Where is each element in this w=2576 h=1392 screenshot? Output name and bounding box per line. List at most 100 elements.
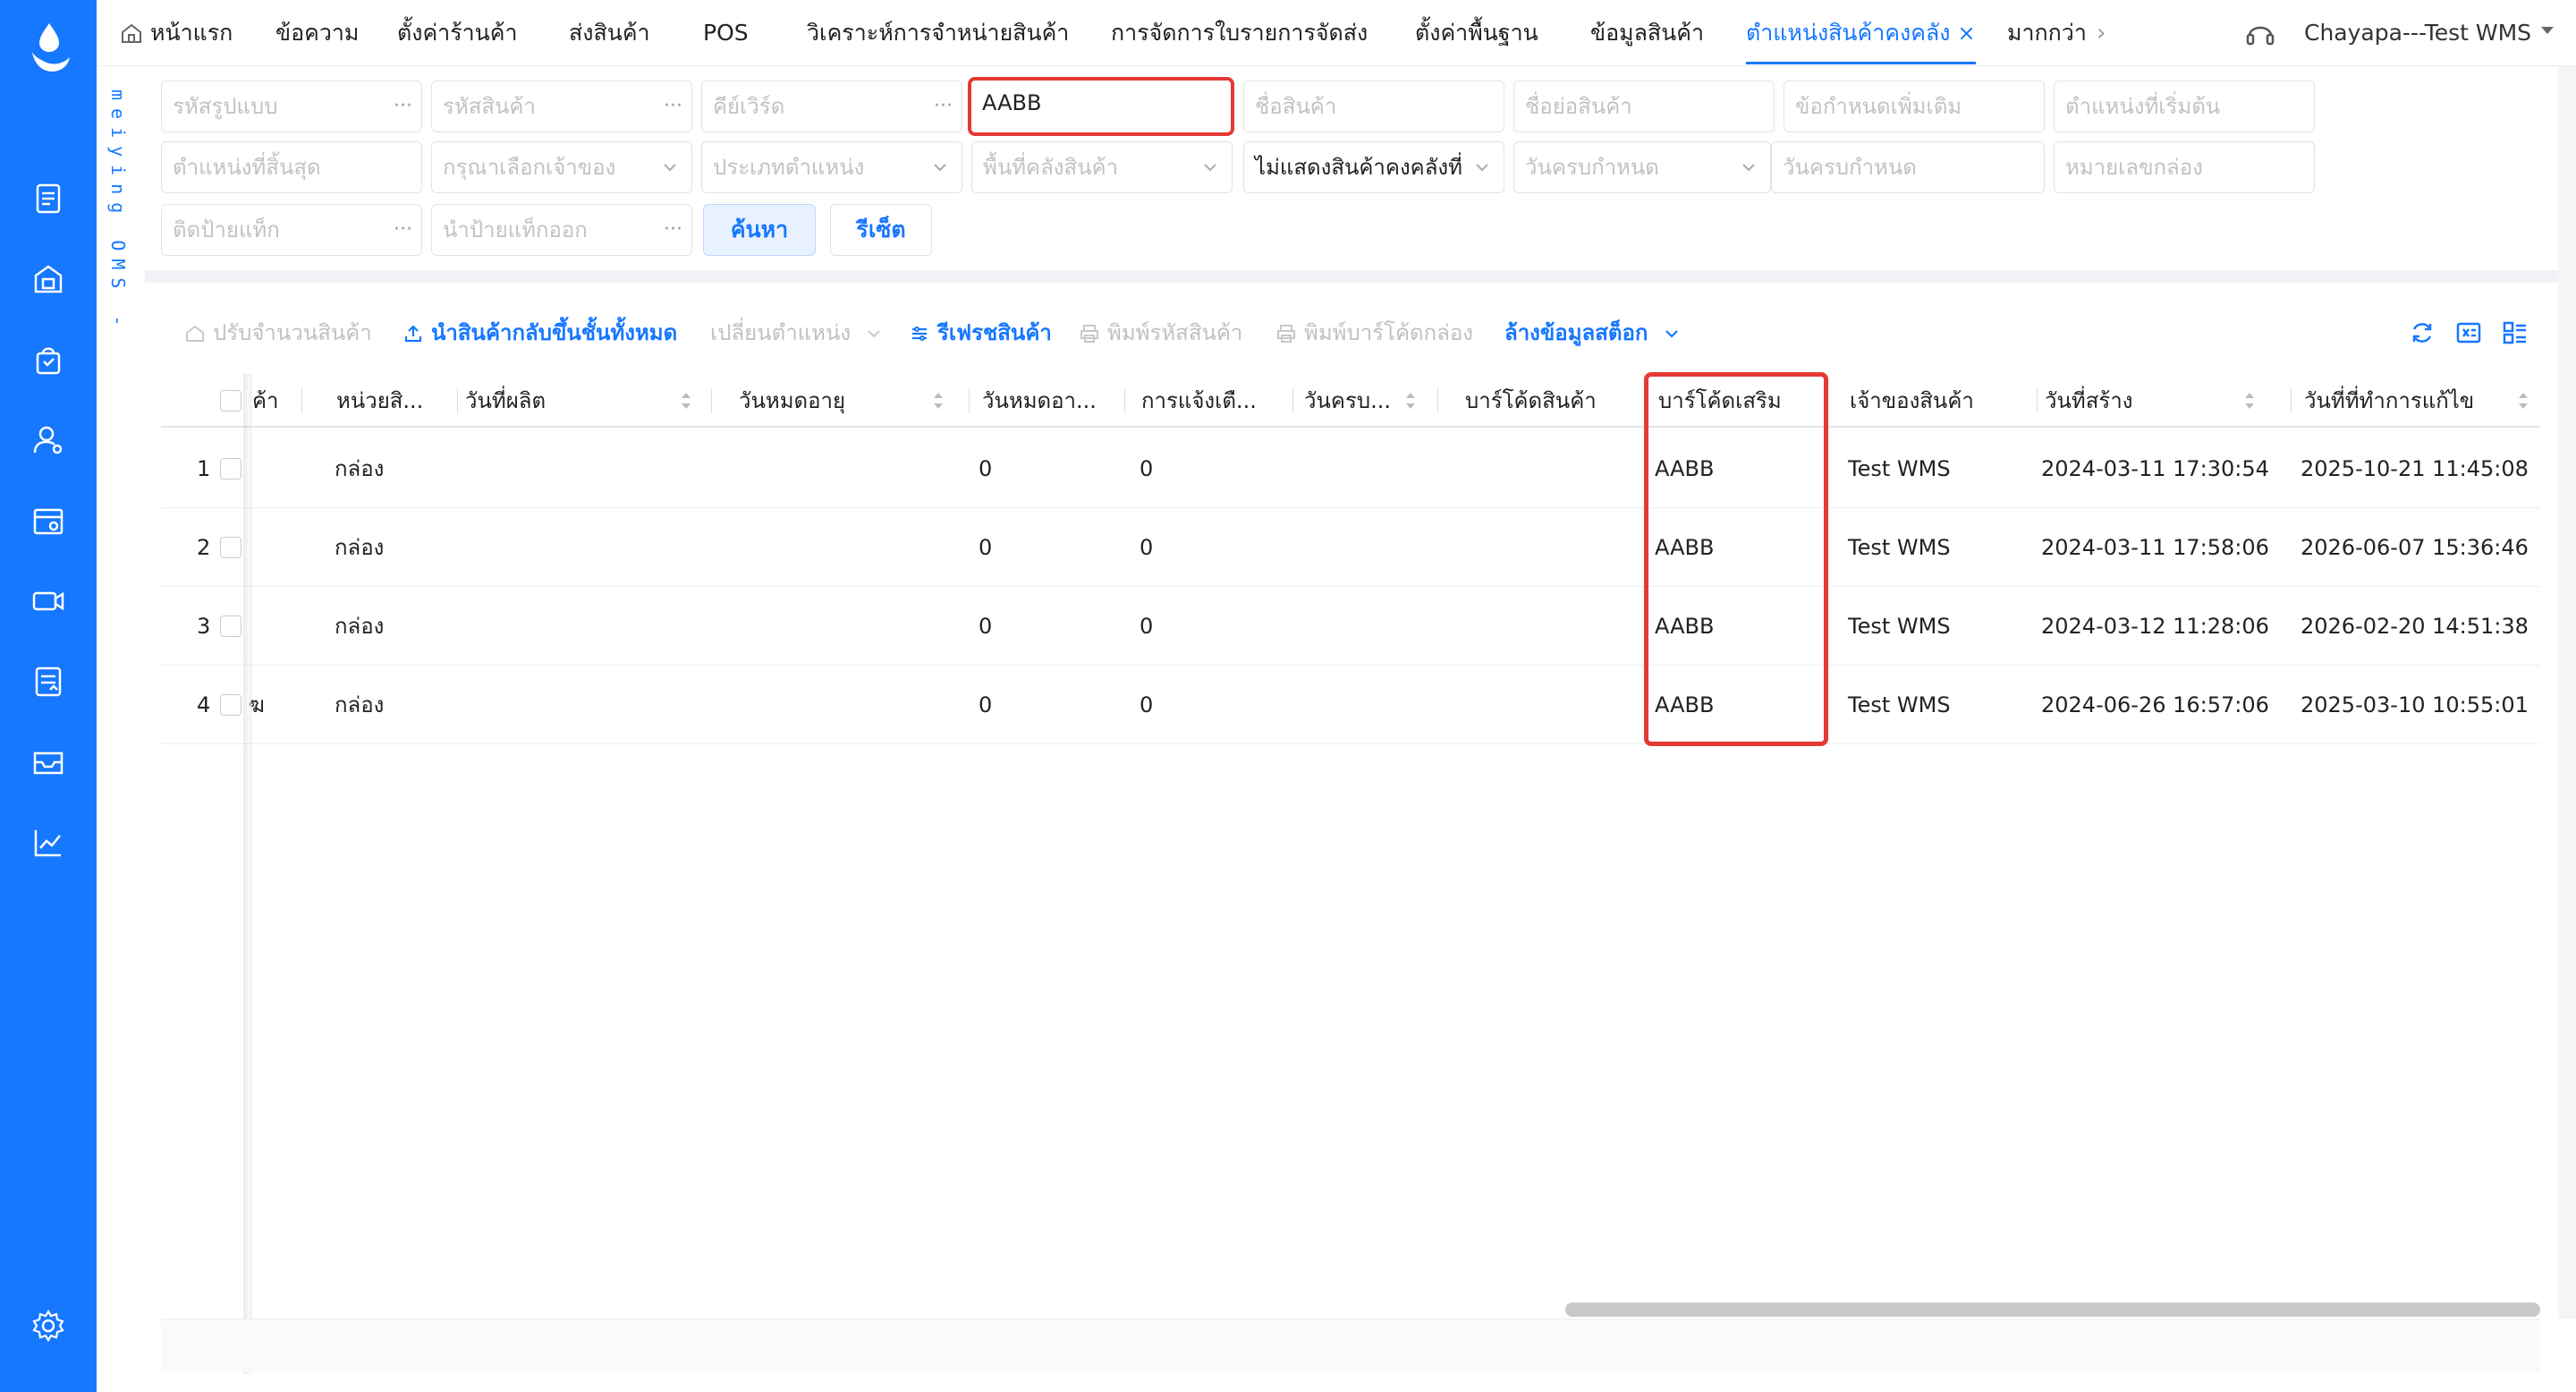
table-row[interactable]: 3 กล่อง 0 0 AABB Test WMS 2024-03-12 11:… (161, 587, 2540, 666)
tab-pos[interactable]: POS (703, 0, 749, 66)
tab-sales-analysis[interactable]: วิเคราะห์การจำหน่ายสินค้า (807, 0, 1069, 66)
restock-all-button[interactable]: นำสินค้ากลับขึ้นชั้นทั้งหมด (402, 313, 677, 352)
gear-icon[interactable] (30, 1308, 66, 1344)
col-due[interactable]: วันครบ... (1304, 374, 1438, 428)
col-expiry[interactable]: วันหมดอายุ (739, 374, 970, 428)
print-product-code-button[interactable]: พิมพ์รหัสสินค้า (1079, 313, 1242, 352)
tab-product-info[interactable]: ข้อมูลสินค้า (1590, 0, 1704, 66)
col-owner[interactable]: เจ้าของสินค้า (1850, 374, 2038, 428)
col-created[interactable]: วันที่สร้าง (2045, 374, 2292, 428)
more-icon[interactable]: ··· (934, 81, 953, 132)
bag-icon[interactable] (30, 342, 66, 378)
row-checkbox[interactable] (220, 458, 242, 480)
caret-down-icon[interactable] (2537, 20, 2558, 41)
product-short-name-field[interactable]: ชื่อย่อสินค้า (1513, 81, 1775, 132)
tab-basic-settings[interactable]: ตั้งค่าพื้นฐาน (1415, 0, 1538, 66)
end-location-field[interactable]: ตำแหน่งที่สิ้นสุด (161, 141, 422, 193)
cell-unit: กล่อง (335, 535, 385, 560)
owner-select[interactable]: กรุณาเลือกเจ้าของ (431, 141, 692, 193)
reset-button[interactable]: รีเซ็ต (830, 204, 932, 256)
tab-home[interactable]: หน้าแรก (150, 0, 233, 66)
cell-unit: กล่อง (335, 692, 385, 717)
report-icon[interactable] (30, 664, 66, 700)
change-location-button[interactable]: เปลี่ยนตำแหน่ง (710, 313, 885, 352)
cell-owner: Test WMS (1848, 692, 1951, 717)
col-modified[interactable]: วันที่ที่ทำการแก้ไข (2304, 374, 2540, 428)
due-date-start-field[interactable]: วันครบกำหนด (1513, 141, 1771, 193)
shop-settings-icon[interactable] (30, 503, 66, 539)
headset-icon[interactable] (2243, 16, 2277, 50)
user-name[interactable]: Chayapa---Test WMS (2304, 0, 2531, 66)
product-name-field[interactable]: ชื่อสินค้า (1243, 81, 1504, 132)
sort-icon[interactable] (1402, 388, 1419, 413)
more-icon[interactable]: ··· (664, 205, 682, 255)
select-all-checkbox[interactable] (220, 390, 242, 412)
chart-icon[interactable] (30, 825, 66, 861)
table-header: ค้า หน่วยสิ... วันที่ผลิต วันหมดอายุ วัน… (161, 374, 2540, 428)
column-settings-icon[interactable] (2501, 318, 2529, 351)
row-checkbox[interactable] (220, 537, 242, 558)
cell-created: 2024-06-26 16:57:06 (2041, 692, 2269, 717)
remove-tag-field[interactable]: นำป้ายแท็กออก ··· (431, 204, 692, 256)
left-rail (0, 0, 97, 1392)
sort-icon[interactable] (678, 388, 694, 413)
table-row[interactable]: 4 ฆ กล่อง 0 0 AABB Test WMS 2024-06-26 1… (161, 666, 2540, 744)
print-box-barcode-button[interactable]: พิมพ์บาร์โค้ดกล่อง (1275, 313, 1473, 352)
keyword-field[interactable]: คีย์เวิร์ด ··· (701, 81, 962, 132)
more-icon[interactable]: ··· (664, 81, 682, 132)
col-product[interactable]: ค้า (252, 374, 302, 428)
close-icon[interactable]: × (1957, 21, 1975, 46)
table-row[interactable]: 1 กล่อง 0 0 AABB Test WMS 2024-03-11 17:… (161, 429, 2540, 508)
warehouse-area-select[interactable]: พื้นที่คลังสินค้า (971, 141, 1233, 193)
user-settings-icon[interactable] (30, 422, 66, 458)
style-code-field[interactable]: รหัสรูปแบบ ··· (161, 81, 422, 132)
tab-messages[interactable]: ข้อความ (275, 0, 359, 66)
product-code-field[interactable]: รหัสสินค้า ··· (431, 81, 692, 132)
drop-logo-icon[interactable] (27, 20, 72, 73)
clear-stock-button[interactable]: ล้างข้อมูลสต็อก (1504, 313, 1682, 352)
tab-inventory-location[interactable]: ตำแหน่งสินค้าคงคลัง × (1746, 0, 1976, 66)
col-barcode[interactable]: บาร์โค้ดสินค้า (1465, 374, 1644, 428)
camera-icon[interactable] (30, 583, 66, 619)
location-type-select[interactable]: ประเภทตำแหน่ง (701, 141, 962, 193)
start-location-field[interactable]: ตำแหน่งที่เริ่มต้น (2054, 81, 2315, 132)
table-row[interactable]: 2 กล่อง 0 0 AABB Test WMS 2024-03-11 17:… (161, 508, 2540, 587)
cell-unit: กล่อง (335, 456, 385, 481)
document-icon[interactable] (30, 181, 66, 216)
col-notification[interactable]: การแจ้งเตื... (1141, 374, 1293, 428)
cell-owner: Test WMS (1848, 535, 1951, 560)
tab-more[interactable]: มากกว่า (2007, 0, 2087, 66)
col-expiry-2[interactable]: วันหมดอา... (982, 374, 1125, 428)
tab-delivery-lists[interactable]: การจัดการใบรายการจัดส่ง (1111, 0, 1368, 66)
cell-modified: 2026-02-20 14:51:38 (2301, 614, 2529, 639)
box-number-field[interactable]: หมายเลขกล่อง (2054, 141, 2315, 193)
row-checkbox[interactable] (220, 615, 242, 637)
vertical-scrollbar[interactable] (2558, 66, 2576, 1319)
col-unit[interactable]: หน่วยสิ... (336, 374, 458, 428)
cell-owner: Test WMS (1848, 614, 1951, 639)
more-icon[interactable]: ··· (394, 81, 412, 132)
horizontal-scrollbar[interactable] (1565, 1303, 2540, 1317)
export-excel-icon[interactable] (2454, 318, 2483, 351)
search-button[interactable]: ค้นหา (703, 204, 816, 256)
row-checkbox[interactable] (220, 694, 242, 716)
refresh-icon[interactable] (2408, 318, 2436, 351)
add-tag-field[interactable]: ติดป้ายแท็ก ··· (161, 204, 422, 256)
stock-display-select[interactable]: ไม่แสดงสินค้าคงคลังที่ (1243, 141, 1504, 193)
adjust-qty-button[interactable]: ปรับจำนวนสินค้า (184, 313, 372, 352)
tab-shop-settings[interactable]: ตั้งค่าร้านค้า (397, 0, 518, 66)
col-mfg-date[interactable]: วันที่ผลิต (465, 374, 712, 428)
sort-icon[interactable] (2241, 388, 2258, 413)
extra-spec-field[interactable]: ข้อกำหนดเพิ่มเติม (1784, 81, 2045, 132)
barcode-search-field[interactable]: AABB (968, 77, 1234, 136)
due-date-end-field[interactable]: วันครบกำหนด (1771, 141, 2045, 193)
refresh-products-button[interactable]: รีเฟรชสินค้า (909, 313, 1052, 352)
sort-icon[interactable] (2515, 388, 2531, 413)
store-icon[interactable] (30, 261, 66, 297)
extra-barcode-highlight (1644, 372, 1828, 746)
inbox-icon[interactable] (30, 744, 66, 780)
more-icon[interactable]: ··· (394, 205, 412, 255)
sort-icon[interactable] (930, 388, 946, 413)
chevron-right-icon[interactable]: › (2097, 20, 2106, 47)
tab-shipping[interactable]: ส่งสินค้า (569, 0, 650, 66)
